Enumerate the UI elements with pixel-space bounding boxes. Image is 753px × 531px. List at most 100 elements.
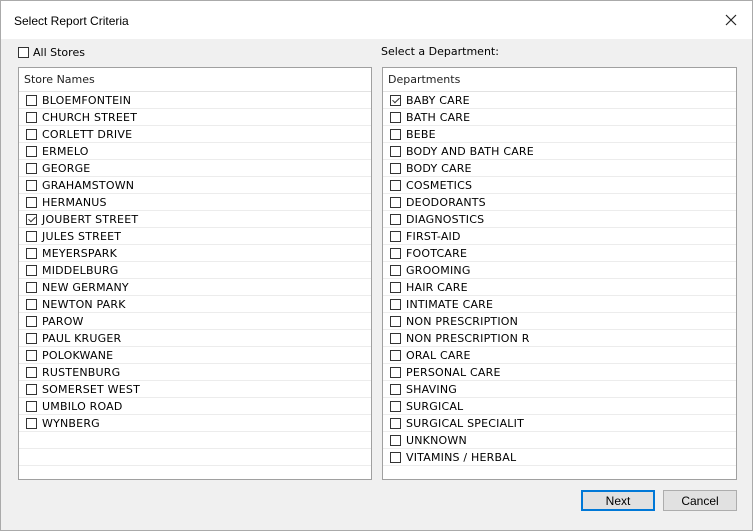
item-label: HAIR CARE — [406, 280, 468, 294]
item-checkbox[interactable] — [390, 366, 401, 378]
item-label: PAUL KRUGER — [42, 331, 122, 345]
item-label: UNKNOWN — [406, 433, 467, 447]
item-checkbox[interactable] — [26, 196, 37, 208]
item-checkbox[interactable] — [390, 213, 401, 225]
item-checkbox[interactable] — [26, 366, 37, 378]
item-label: JULES STREET — [42, 229, 122, 243]
item-label: UMBILO ROAD — [42, 399, 123, 413]
item-checkbox[interactable] — [390, 264, 401, 276]
item-checkbox[interactable] — [390, 349, 401, 361]
item-checkbox[interactable] — [26, 111, 37, 123]
item-checkbox[interactable] — [26, 417, 37, 429]
item-checkbox[interactable] — [390, 315, 401, 327]
item-checkbox[interactable] — [26, 315, 37, 327]
departments-list-item[interactable]: VITAMINS / HERBAL — [383, 449, 736, 466]
item-checkbox[interactable] — [390, 247, 401, 259]
item-checkbox[interactable] — [390, 128, 401, 140]
item-checkbox[interactable] — [390, 281, 401, 293]
stores-list-item[interactable]: JULES STREET — [19, 228, 371, 245]
item-checkbox[interactable] — [26, 179, 37, 191]
item-checkbox[interactable] — [390, 111, 401, 123]
departments-list-item[interactable]: BODY CARE — [383, 160, 736, 177]
stores-list-item[interactable]: UMBILO ROAD — [19, 398, 371, 415]
departments-list-item[interactable]: BODY AND BATH CARE — [383, 143, 736, 160]
stores-list-item[interactable]: GEORGE — [19, 160, 371, 177]
item-checkbox[interactable] — [26, 145, 37, 157]
item-label: ORAL CARE — [406, 348, 471, 362]
item-checkbox[interactable] — [26, 162, 37, 174]
store-names-list[interactable]: Store Names BLOEMFONTEIN CHURCH STREET COR… — [18, 67, 372, 480]
departments-list-item[interactable]: DEODORANTS — [383, 194, 736, 211]
item-checkbox[interactable] — [26, 247, 37, 259]
departments-list-item[interactable]: DIAGNOSTICS — [383, 211, 736, 228]
departments-list-item[interactable]: GROOMING — [383, 262, 736, 279]
stores-list-item[interactable]: HERMANUS — [19, 194, 371, 211]
next-button[interactable]: Next — [581, 490, 655, 511]
departments-list-item[interactable]: NON PRESCRIPTION — [383, 313, 736, 330]
item-checkbox[interactable] — [390, 434, 401, 446]
item-checkbox[interactable] — [26, 128, 37, 140]
item-checkbox[interactable] — [26, 332, 37, 344]
departments-list-item[interactable]: ORAL CARE — [383, 347, 736, 364]
stores-list-item[interactable]: CORLETT DRIVE — [19, 126, 371, 143]
item-checkbox[interactable] — [26, 230, 37, 242]
item-checkbox[interactable] — [390, 162, 401, 174]
item-label: NON PRESCRIPTION R — [406, 331, 530, 345]
departments-list-item[interactable]: HAIR CARE — [383, 279, 736, 296]
departments-list-item[interactable]: SHAVING — [383, 381, 736, 398]
item-checkbox[interactable] — [390, 298, 401, 310]
stores-list-item[interactable]: MIDDELBURG — [19, 262, 371, 279]
stores-list-item[interactable]: POLOKWANE — [19, 347, 371, 364]
item-label: RUSTENBURG — [42, 365, 121, 379]
item-checkbox[interactable] — [390, 332, 401, 344]
title-bar: Select Report Criteria — [1, 1, 752, 39]
departments-list-item[interactable]: BATH CARE — [383, 109, 736, 126]
departments-list-item[interactable]: SURGICAL SPECIALIT — [383, 415, 736, 432]
stores-list-item[interactable]: CHURCH STREET — [19, 109, 371, 126]
item-checkbox[interactable] — [26, 298, 37, 310]
stores-list-item[interactable]: BLOEMFONTEIN — [19, 92, 371, 109]
stores-list-item[interactable]: NEWTON PARK — [19, 296, 371, 313]
stores-list-item[interactable]: NEW GERMANY — [19, 279, 371, 296]
departments-list-item[interactable]: SURGICAL — [383, 398, 736, 415]
departments-list-item[interactable]: COSMETICS — [383, 177, 736, 194]
item-checkbox[interactable] — [26, 264, 37, 276]
stores-list-item[interactable]: PAUL KRUGER — [19, 330, 371, 347]
departments-list-item[interactable]: BABY CARE — [383, 92, 736, 109]
item-checkbox[interactable] — [26, 213, 37, 225]
item-checkbox[interactable] — [26, 400, 37, 412]
item-checkbox[interactable] — [26, 94, 37, 106]
close-button[interactable] — [720, 9, 742, 31]
item-checkbox[interactable] — [26, 349, 37, 361]
departments-list-item[interactable]: NON PRESCRIPTION R — [383, 330, 736, 347]
departments-list[interactable]: Departments BABY CARE BATH CARE BEBE BODY A… — [382, 67, 737, 480]
stores-list-item[interactable]: PAROW — [19, 313, 371, 330]
departments-list-item[interactable]: PERSONAL CARE — [383, 364, 736, 381]
item-checkbox[interactable] — [390, 451, 401, 463]
departments-list-item[interactable]: INTIMATE CARE — [383, 296, 736, 313]
stores-list-item[interactable]: GRAHAMSTOWN — [19, 177, 371, 194]
stores-list-item[interactable]: JOUBERT STREET — [19, 211, 371, 228]
departments-list-item[interactable]: UNKNOWN — [383, 432, 736, 449]
stores-list-item[interactable]: WYNBERG — [19, 415, 371, 432]
stores-list-item[interactable]: MEYERSPARK — [19, 245, 371, 262]
item-checkbox[interactable] — [390, 196, 401, 208]
item-checkbox[interactable] — [390, 179, 401, 191]
all-stores-checkbox-box[interactable] — [18, 47, 29, 58]
item-checkbox[interactable] — [390, 94, 401, 106]
departments-list-item[interactable]: FIRST-AID — [383, 228, 736, 245]
item-checkbox[interactable] — [390, 145, 401, 157]
item-checkbox[interactable] — [390, 400, 401, 412]
item-checkbox[interactable] — [390, 230, 401, 242]
cancel-button[interactable]: Cancel — [663, 490, 737, 511]
stores-list-item[interactable]: ERMELO — [19, 143, 371, 160]
item-checkbox[interactable] — [26, 383, 37, 395]
item-checkbox[interactable] — [26, 281, 37, 293]
departments-list-item[interactable]: FOOTCARE — [383, 245, 736, 262]
departments-list-item[interactable]: BEBE — [383, 126, 736, 143]
all-stores-checkbox[interactable]: All Stores — [18, 46, 85, 59]
item-checkbox[interactable] — [390, 383, 401, 395]
stores-list-item[interactable]: RUSTENBURG — [19, 364, 371, 381]
stores-list-item[interactable]: SOMERSET WEST — [19, 381, 371, 398]
item-checkbox[interactable] — [390, 417, 401, 429]
